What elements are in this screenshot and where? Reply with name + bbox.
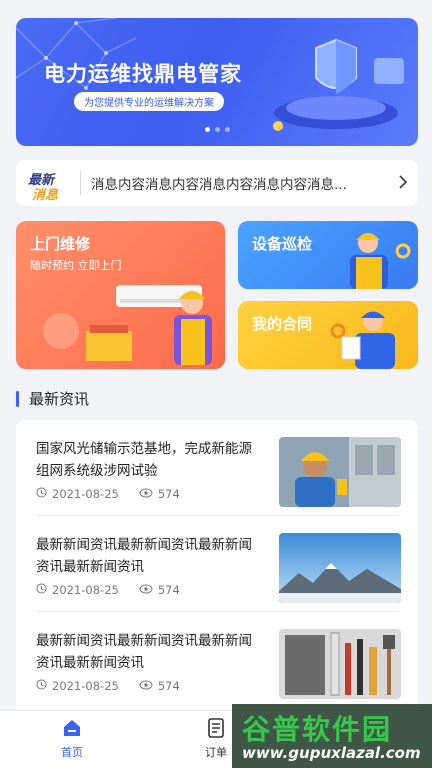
notice-text: 消息内容消息内容消息内容消息内容消息...: [91, 177, 347, 193]
site-watermark: 谷普软件园 www.gupuxlazal.com: [232, 704, 432, 768]
news-item[interactable]: 最新新闻资讯最新新闻资讯最新新闻资讯最新新闻资讯 2021-08-25 574: [16, 612, 418, 708]
eye-icon: [139, 583, 153, 597]
news-item[interactable]: 最新新闻资讯最新新闻资讯最新新闻资讯最新新闻资讯 2021-08-25 574: [16, 516, 418, 612]
news-title: 最新新闻资讯最新新闻资讯最新新闻资讯最新新闻资讯: [36, 537, 252, 575]
carousel-dots: [16, 127, 418, 132]
onsite-repair-card[interactable]: 上门维修 随时预约 立即上门: [16, 221, 225, 369]
section-title: 最新资讯: [29, 390, 90, 408]
my-contract-card[interactable]: 我的合同: [238, 301, 418, 369]
chevron-right-icon[interactable]: [388, 173, 418, 194]
worker-photo: [279, 437, 401, 507]
eye-icon: [139, 679, 153, 693]
home-icon: [52, 717, 92, 742]
news-date: 2021-08-25: [52, 679, 119, 693]
inspection-illustration: [350, 233, 411, 289]
divider: [80, 171, 81, 195]
news-views: 574: [157, 583, 180, 597]
latest-news-logo: 最新 消息: [26, 163, 78, 203]
news-title: 国家风光储输示范基地，完成新能源组网系统级涉网试验: [36, 441, 252, 479]
repair-illustration: [43, 285, 212, 365]
tab-home[interactable]: 首页: [52, 717, 92, 760]
clock-icon: [36, 679, 47, 693]
news-item[interactable]: 国家风光储输示范基地，完成新能源组网系统级涉网试验 2021-08-25 574: [16, 420, 418, 516]
tools-photo: [279, 629, 401, 699]
watermark-url: www.gupuxlazal.com: [242, 744, 421, 762]
news-section-header: 最新资讯: [16, 388, 89, 409]
banner-title: 电力运维找鼎电管家: [44, 62, 242, 86]
carousel-dot[interactable]: [224, 127, 230, 132]
equipment-inspection-card[interactable]: 设备巡检: [238, 221, 418, 289]
contract-illustration: [330, 311, 395, 369]
tab-label: 首页: [61, 746, 83, 759]
clock-icon: [36, 583, 47, 597]
carousel-dot[interactable]: [214, 127, 220, 132]
mountain-photo: [279, 533, 401, 603]
news-date: 2021-08-25: [52, 583, 119, 597]
tab-label: 订单: [205, 746, 227, 759]
banner-carousel[interactable]: 电力运维找鼎电管家 为您提供专业的运维解决方案: [16, 18, 418, 146]
news-views: 574: [157, 679, 180, 693]
news-views: 574: [157, 487, 180, 501]
carousel-dot-active[interactable]: [204, 127, 210, 132]
news-title: 最新新闻资讯最新新闻资讯最新新闻资讯最新新闻资讯: [36, 633, 252, 671]
news-meta: 2021-08-25 574: [36, 679, 180, 693]
news-meta: 2021-08-25 574: [36, 583, 180, 597]
clock-icon: [36, 487, 47, 501]
news-date: 2021-08-25: [52, 487, 119, 501]
order-icon: [196, 717, 236, 742]
watermark-title: 谷普软件园: [242, 713, 393, 746]
eye-icon: [139, 487, 153, 501]
news-list: 国家风光储输示范基地，完成新能源组网系统级涉网试验 2021-08-25 574…: [16, 420, 418, 720]
news-meta: 2021-08-25 574: [36, 487, 180, 501]
section-accent-bar: [16, 390, 19, 407]
notice-bar[interactable]: 最新 消息 消息内容消息内容消息内容消息内容消息...: [16, 160, 418, 206]
tab-orders[interactable]: 订单: [196, 717, 236, 760]
banner-subtitle: 为您提供专业的运维解决方案: [74, 92, 224, 111]
logo-text-bottom: 消息: [32, 188, 59, 203]
